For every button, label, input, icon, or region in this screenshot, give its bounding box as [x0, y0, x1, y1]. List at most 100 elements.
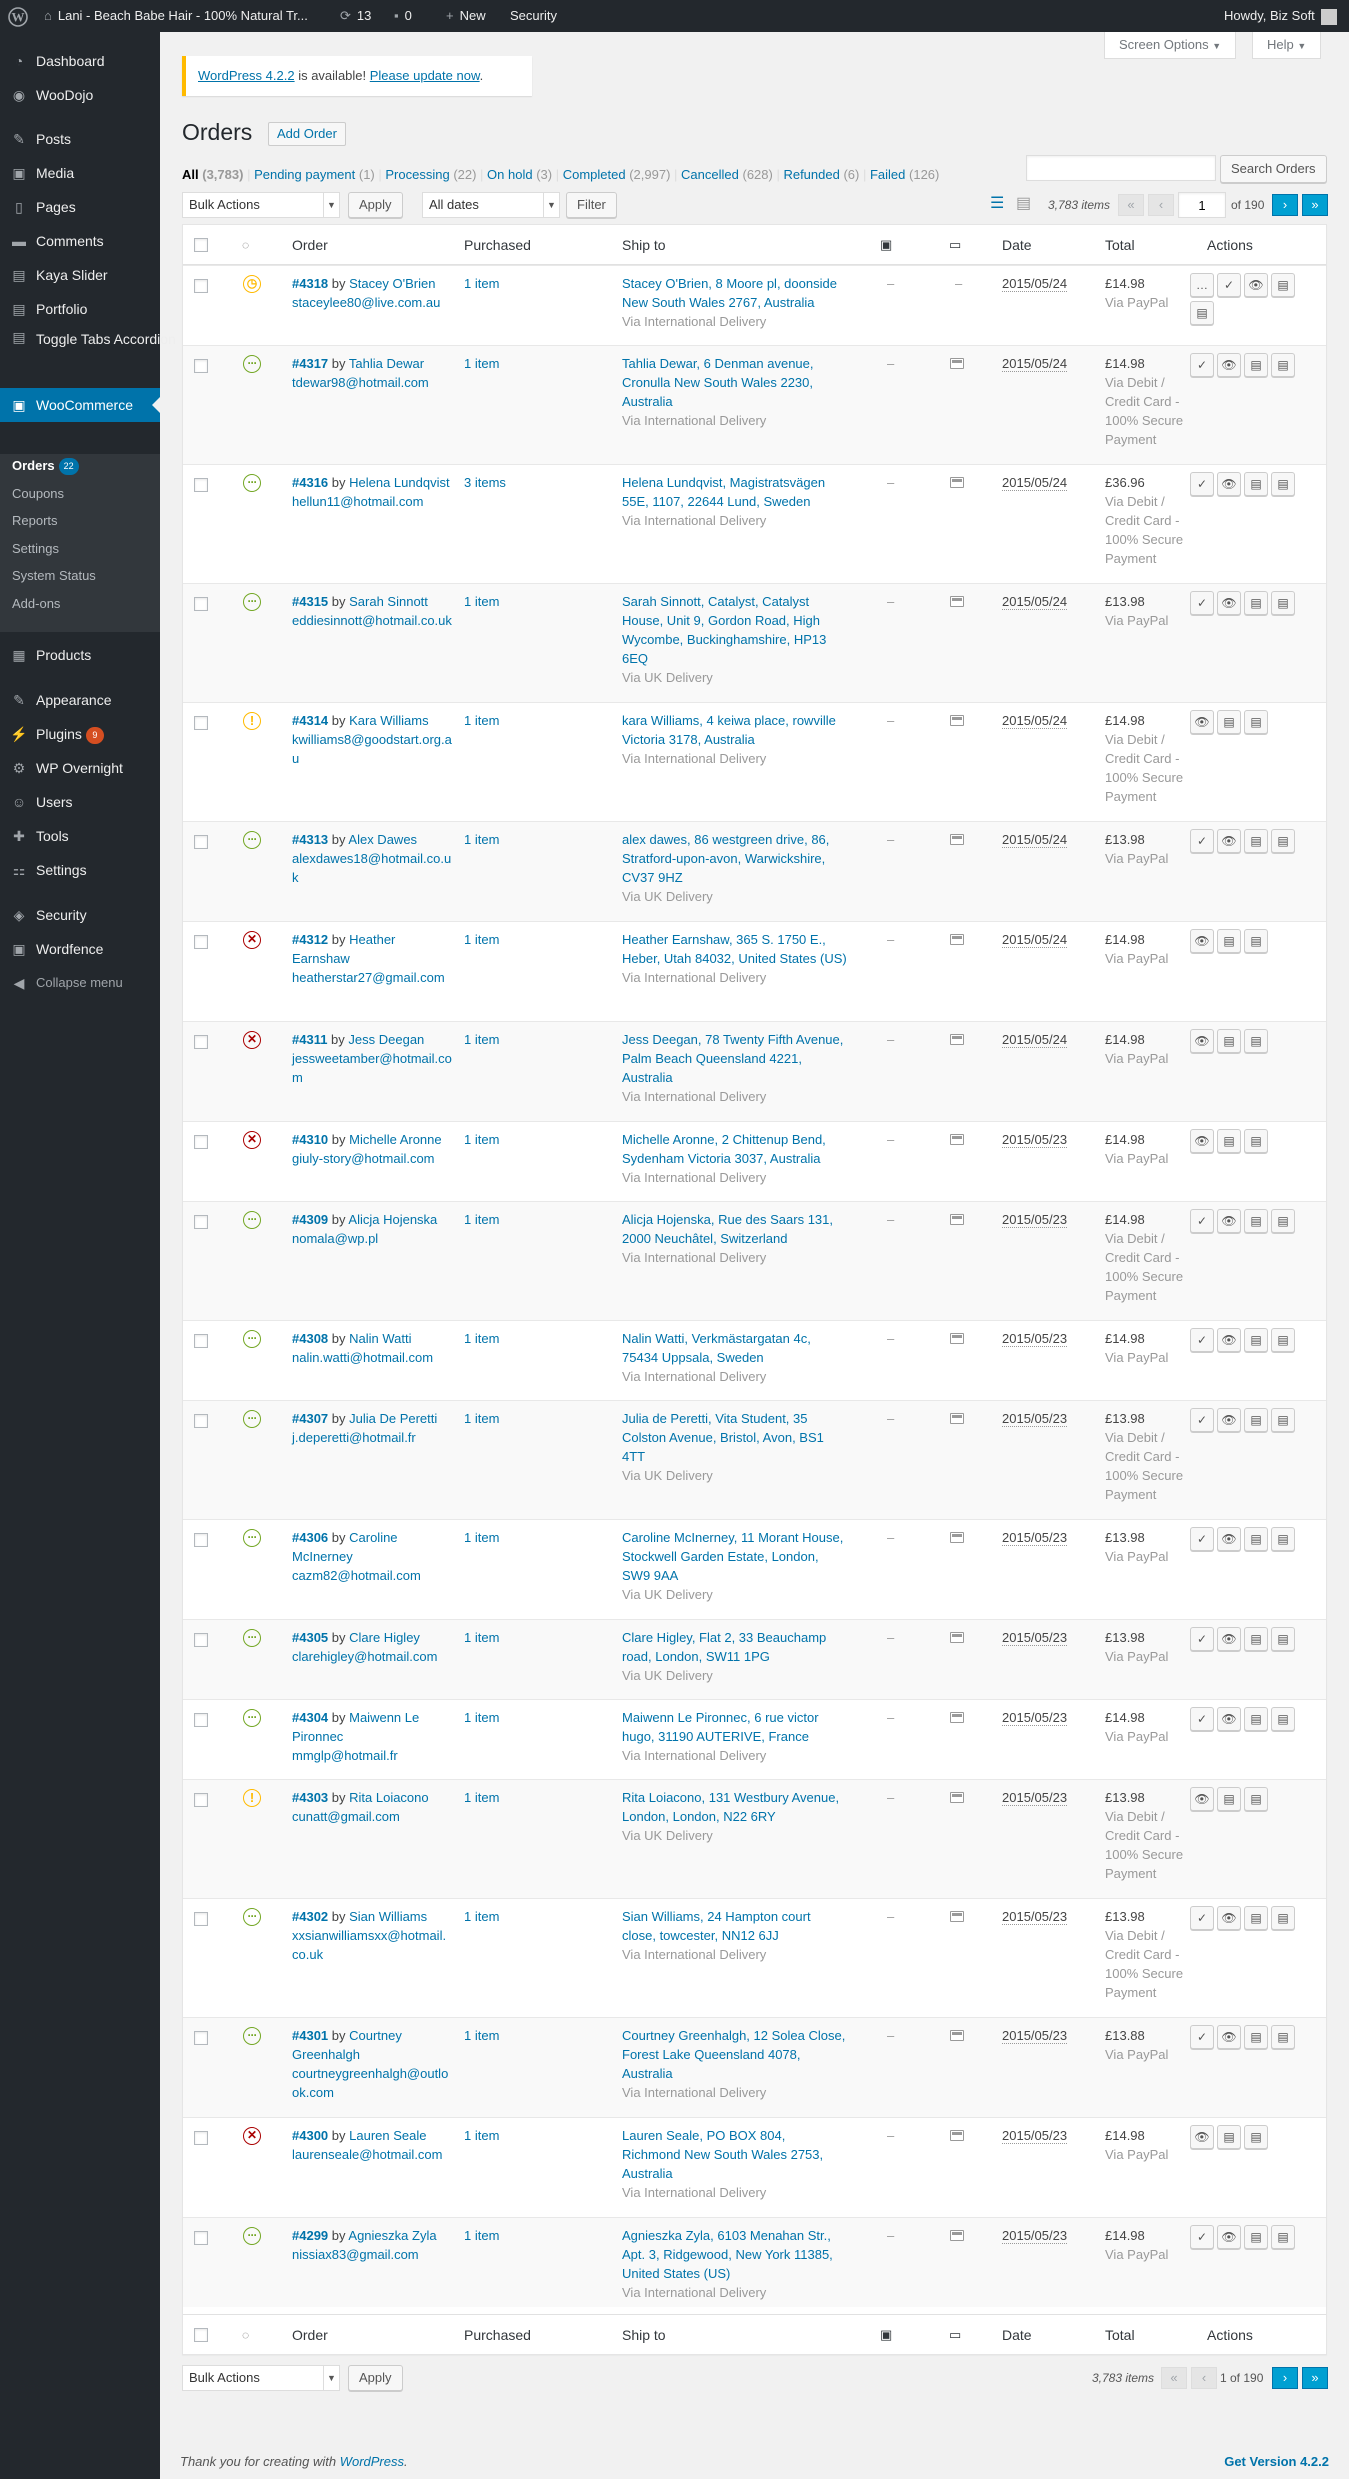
menu-wordfence[interactable]: ▣ Wordfence: [0, 932, 160, 966]
menu-woodojo[interactable]: ◉ WooDojo: [0, 78, 160, 112]
menu-media[interactable]: ▣ Media: [0, 156, 160, 190]
customer-name-link[interactable]: Sian Williams: [349, 1909, 427, 1924]
order-number-link[interactable]: #4305: [292, 1630, 328, 1645]
shipping-address-link[interactable]: Heather Earnshaw, 365 S. 1750 E., Heber,…: [622, 932, 847, 966]
invoice-action-button[interactable]: ▤: [1271, 1627, 1295, 1651]
view-action-button[interactable]: 👁: [1217, 1707, 1241, 1731]
invoice-action-button[interactable]: ▤: [1244, 353, 1268, 377]
invoice-action-button[interactable]: ▤: [1217, 710, 1241, 734]
list-view-icon[interactable]: ☰: [990, 195, 1008, 213]
account-menu[interactable]: Howdy, Biz Soft: [1224, 0, 1337, 32]
invoice-action-button[interactable]: ▤: [1271, 2225, 1295, 2249]
view-action-button[interactable]: 👁: [1244, 273, 1268, 297]
view-action-button[interactable]: 👁: [1217, 1627, 1241, 1651]
customer-email-link[interactable]: tdewar98@hotmail.com: [292, 375, 429, 390]
invoice-action-button[interactable]: ▤: [1244, 929, 1268, 953]
view-action-button[interactable]: 👁: [1190, 1129, 1214, 1153]
row-checkbox[interactable]: [194, 1414, 208, 1428]
status-column-icon[interactable]: ◌: [242, 225, 249, 265]
status-column-icon[interactable]: ◌: [242, 2315, 249, 2355]
row-checkbox[interactable]: [194, 478, 208, 492]
new-content-link[interactable]: + New: [446, 0, 486, 32]
shipping-address-link[interactable]: alex dawes, 86 westgreen drive, 86, Stra…: [622, 832, 829, 885]
invoice-action-button[interactable]: ▤: [1244, 2125, 1268, 2149]
menu-users[interactable]: ☺ Users: [0, 785, 160, 819]
order-number-link[interactable]: #4302: [292, 1909, 328, 1924]
view-action-button[interactable]: 👁: [1217, 2225, 1241, 2249]
view-action-button[interactable]: 👁: [1190, 1029, 1214, 1053]
invoice-action-button[interactable]: ▤: [1271, 1707, 1295, 1731]
wordpress-link[interactable]: WordPress: [340, 2454, 404, 2469]
complete-action-button[interactable]: ✓: [1217, 273, 1241, 297]
invoice-action-button[interactable]: ▤: [1244, 1527, 1268, 1551]
filter-button[interactable]: Filter: [566, 192, 617, 218]
wordpress-logo-icon[interactable]: W: [8, 0, 28, 32]
submenu-coupons[interactable]: Coupons: [12, 484, 64, 504]
customer-name-link[interactable]: Stacey O'Brien: [349, 276, 435, 291]
apply-button-bottom[interactable]: Apply: [348, 2365, 403, 2391]
menu-wp-overnight[interactable]: ⚙ WP Overnight: [0, 751, 160, 785]
customer-email-link[interactable]: hellun11@hotmail.com: [292, 494, 423, 509]
prev-page-button[interactable]: ‹: [1148, 194, 1174, 216]
menu-settings[interactable]: ⚏ Settings: [0, 853, 160, 887]
update-now-link[interactable]: Please update now: [370, 68, 480, 83]
customer-name-link[interactable]: Lauren Seale: [349, 2128, 426, 2143]
row-checkbox[interactable]: [194, 1912, 208, 1926]
shipping-address-link[interactable]: Caroline McInerney, 11 Morant House, Sto…: [622, 1530, 843, 1583]
row-checkbox[interactable]: [194, 1334, 208, 1348]
view-action-button[interactable]: 👁: [1190, 929, 1214, 953]
menu-dashboard[interactable]: ◔ Dashboard: [0, 44, 160, 78]
order-number-link[interactable]: #4315: [292, 594, 328, 609]
adminbar-security-link[interactable]: Security: [510, 0, 557, 32]
column-order[interactable]: Order: [292, 225, 328, 265]
order-number-link[interactable]: #4314: [292, 713, 328, 728]
purchased-items-link[interactable]: 1 item: [464, 1909, 499, 1924]
shipping-address-link[interactable]: Alicja Hojenska, Rue des Saars 131, 2000…: [622, 1212, 833, 1246]
collapse-menu-button[interactable]: ◀ Collapse menu: [0, 966, 160, 1000]
view-action-button[interactable]: 👁: [1217, 591, 1241, 615]
prev-page-button-bottom[interactable]: ‹: [1191, 2367, 1217, 2389]
purchased-items-link[interactable]: 1 item: [464, 932, 499, 947]
menu-tools[interactable]: ✚ Tools: [0, 819, 160, 853]
invoice-action-button[interactable]: ▤: [1271, 353, 1295, 377]
invoice-action-button[interactable]: ▤: [1217, 2125, 1241, 2149]
excerpt-view-icon[interactable]: ▤: [1016, 195, 1034, 213]
order-number-link[interactable]: #4306: [292, 1530, 328, 1545]
next-page-button[interactable]: ›: [1272, 194, 1298, 216]
customer-email-link[interactable]: cunatt@gmail.com: [292, 1809, 400, 1824]
shipping-address-link[interactable]: Lauren Seale, PO BOX 804, Richmond New S…: [622, 2128, 823, 2181]
row-checkbox[interactable]: [194, 2131, 208, 2145]
version-link[interactable]: WordPress 4.2.2: [198, 68, 295, 83]
customer-email-link[interactable]: mmglp@hotmail.fr: [292, 1748, 398, 1763]
apply-button[interactable]: Apply: [348, 192, 403, 218]
shipping-address-link[interactable]: Jess Deegan, 78 Twenty Fifth Avenue, Pal…: [622, 1032, 843, 1085]
customer-email-link[interactable]: xxsianwilliamsxx@hotmail.co.uk: [292, 1928, 446, 1962]
last-page-button[interactable]: »: [1302, 194, 1328, 216]
first-page-button[interactable]: «: [1118, 194, 1144, 216]
customer-name-link[interactable]: Agnieszka Zyla: [348, 2228, 436, 2243]
view-action-button[interactable]: 👁: [1217, 1906, 1241, 1930]
row-checkbox[interactable]: [194, 835, 208, 849]
order-number-link[interactable]: #4318: [292, 276, 328, 291]
screen-options-button[interactable]: Screen Options ▼: [1104, 32, 1237, 59]
customer-email-link[interactable]: clarehigley@hotmail.com: [292, 1649, 437, 1664]
invoice-action-button[interactable]: ▤: [1244, 1209, 1268, 1233]
menu-posts[interactable]: ✎ Posts: [0, 122, 160, 156]
purchased-items-link[interactable]: 1 item: [464, 356, 499, 371]
invoice-action-button[interactable]: ▤: [1244, 1408, 1268, 1432]
shipping-address-link[interactable]: kara Williams, 4 keiwa place, rowville V…: [622, 713, 836, 747]
shipping-address-link[interactable]: Maiwenn Le Pironnec, 6 rue victor hugo, …: [622, 1710, 819, 1744]
bulk-actions-select[interactable]: Bulk Actions ▼: [182, 192, 340, 218]
invoice-action-button[interactable]: ▤: [1244, 472, 1268, 496]
complete-action-button[interactable]: ✓: [1190, 1328, 1214, 1352]
customer-email-link[interactable]: j.deperetti@hotmail.fr: [292, 1430, 416, 1445]
order-number-link[interactable]: #4308: [292, 1331, 328, 1346]
invoice-action-button[interactable]: ▤: [1271, 2025, 1295, 2049]
filter-all[interactable]: All (3,783): [182, 167, 243, 182]
help-button[interactable]: Help ▼: [1252, 32, 1322, 59]
customer-email-link[interactable]: eddiesinnott@hotmail.co.uk: [292, 613, 452, 628]
invoice-action-button[interactable]: ▤: [1244, 1906, 1268, 1930]
row-checkbox[interactable]: [194, 1793, 208, 1807]
add-order-button[interactable]: Add Order: [268, 122, 346, 146]
invoice-action-button[interactable]: ▤: [1244, 1129, 1268, 1153]
